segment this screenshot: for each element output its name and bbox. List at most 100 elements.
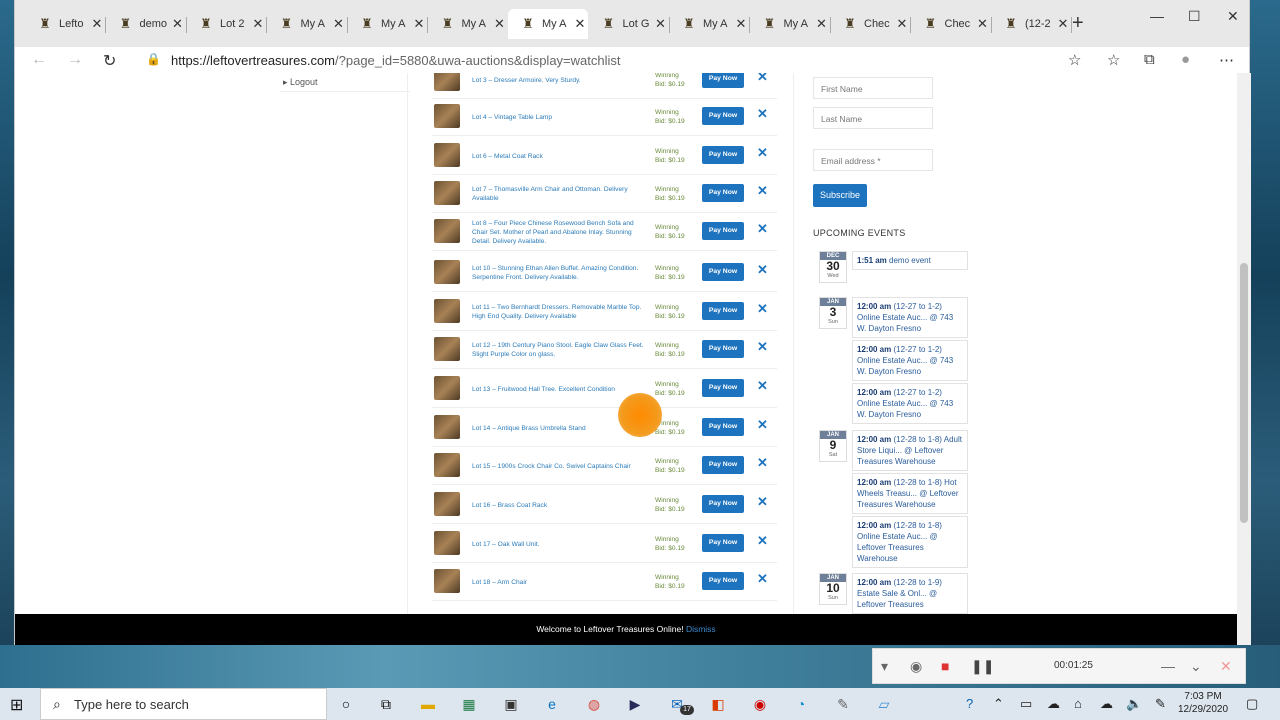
lot-title-link[interactable]: Lot 11 – Two Bernhardt Dressers. Removab… [472, 293, 647, 331]
help-icon[interactable]: ? [966, 696, 973, 711]
pay-now-button[interactable]: Pay Now [702, 456, 744, 474]
refresh-button[interactable]: ↻ [103, 51, 116, 71]
email-input[interactable]: Email address * [813, 149, 933, 171]
tab-close-icon[interactable]: ✕ [894, 16, 910, 32]
favorites-list-icon[interactable]: ☆ [1107, 51, 1120, 69]
browser-tab[interactable]: ♜ Lefto ✕ [25, 9, 106, 39]
browser-tab[interactable]: ♜ Lot 2 ✕ [186, 9, 267, 39]
lot-thumbnail[interactable] [434, 569, 460, 593]
event-entry[interactable]: 12:00 am (12-28 to 1-8) Online Estate Au… [852, 516, 968, 568]
lot-title-link[interactable]: Lot 4 – Vintage Table Lamp [472, 98, 647, 136]
browser-tab[interactable]: ♜ My A ✕ [750, 9, 831, 39]
lot-title-link[interactable]: Lot 3 – Dresser Armoire. Very Sturdy. [472, 73, 647, 99]
pay-now-button[interactable]: Pay Now [702, 222, 744, 240]
recorder-minimize-icon[interactable]: — [1161, 658, 1175, 674]
browser-tab[interactable]: ♜ Lot G ✕ [589, 9, 670, 39]
pay-now-button[interactable]: Pay Now [702, 73, 744, 88]
close-icon[interactable]: ✕ [757, 494, 768, 510]
page-scrollbar[interactable] [1237, 73, 1251, 645]
lot-thumbnail[interactable] [434, 260, 460, 284]
recorder-close-icon[interactable]: ✕ [1220, 658, 1232, 675]
tray-chevron-icon[interactable]: ⌃ [993, 696, 1004, 712]
close-icon[interactable]: ✕ [757, 301, 768, 317]
tab-close-icon[interactable]: ✕ [250, 16, 266, 32]
sidebar-logout-link[interactable]: ▸ Logout [283, 77, 318, 88]
more-menu-icon[interactable]: ⋯ [1219, 51, 1234, 69]
volume-icon[interactable]: 🔈 [1126, 696, 1142, 712]
recorder-dropdown-icon[interactable]: ▾ [881, 658, 888, 675]
lot-title-link[interactable]: Lot 8 – Four Piece Chinese Rosewood Benc… [472, 213, 647, 251]
lot-title-link[interactable]: Lot 10 – Stunning Ethan Allen Buffet. Am… [472, 254, 647, 292]
browser-tab[interactable]: ♜ demo ✕ [106, 9, 187, 39]
calculator-icon[interactable]: ▦ [460, 695, 478, 713]
pay-now-button[interactable]: Pay Now [702, 146, 744, 164]
lot-thumbnail[interactable] [434, 143, 460, 167]
lot-thumbnail[interactable] [434, 181, 460, 205]
lot-title-link[interactable]: Lot 12 – 19th Century Piano Stool. Eagle… [472, 331, 647, 369]
pay-now-button[interactable]: Pay Now [702, 418, 744, 436]
app-icon[interactable]: ▶ [626, 695, 644, 713]
close-window-button[interactable]: ✕ [1227, 8, 1239, 25]
pay-now-button[interactable]: Pay Now [702, 495, 744, 513]
browser-tab[interactable]: ♜ My A ✕ [347, 9, 428, 39]
browser-tab[interactable]: ♜ Chec ✕ [830, 9, 911, 39]
collections-icon[interactable]: ⧉ [1144, 51, 1155, 68]
new-tab-button[interactable]: + [1072, 12, 1084, 35]
cortana-icon[interactable]: ○ [337, 695, 355, 713]
lot-thumbnail[interactable] [434, 299, 460, 323]
tab-close-icon[interactable]: ✕ [1055, 16, 1071, 32]
tab-close-icon[interactable]: ✕ [572, 16, 588, 32]
close-icon[interactable]: ✕ [757, 339, 768, 355]
forward-button[interactable]: → [67, 51, 83, 69]
tab-close-icon[interactable]: ✕ [733, 16, 749, 32]
camera-icon[interactable]: ◉ [910, 658, 922, 675]
browser-tab[interactable]: ♜ Chec ✕ [911, 9, 992, 39]
tab-close-icon[interactable]: ✕ [975, 16, 991, 32]
back-button[interactable]: ← [31, 51, 47, 69]
tab-close-icon[interactable]: ✕ [331, 16, 347, 32]
browser-tab[interactable]: ♜ My A ✕ [669, 9, 750, 39]
event-entry[interactable]: 12:00 am (12-28 to 1-8) Adult Store Liqu… [852, 430, 968, 471]
close-icon[interactable]: ✕ [757, 73, 768, 85]
close-icon[interactable]: ✕ [757, 378, 768, 394]
close-icon[interactable]: ✕ [757, 455, 768, 471]
pinned-app-icon[interactable]: ▱ [875, 695, 893, 713]
edge-icon[interactable]: ◔ [792, 695, 810, 713]
profile-avatar-icon[interactable]: ● [1181, 51, 1190, 68]
lot-thumbnail[interactable] [434, 531, 460, 555]
last-name-input[interactable]: Last Name [813, 107, 933, 129]
pay-now-button[interactable]: Pay Now [702, 534, 744, 552]
pay-now-button[interactable]: Pay Now [702, 263, 744, 281]
lot-thumbnail[interactable] [434, 73, 460, 91]
close-icon[interactable]: ✕ [757, 533, 768, 549]
event-entry[interactable]: 12:00 am (12-27 to 1-2) Online Estate Au… [852, 340, 968, 381]
tab-close-icon[interactable]: ✕ [492, 16, 508, 32]
store-icon[interactable]: ▣ [502, 695, 520, 713]
lot-thumbnail[interactable] [434, 337, 460, 361]
event-entry[interactable]: 12:00 am (12-27 to 1-2) Online Estate Au… [852, 383, 968, 424]
close-icon[interactable]: ✕ [757, 106, 768, 122]
pen-app-icon[interactable]: ✎ [834, 695, 852, 713]
stop-icon[interactable]: ■ [941, 658, 949, 674]
tab-close-icon[interactable]: ✕ [814, 16, 830, 32]
event-entry[interactable]: 1:51 am demo event [852, 251, 968, 270]
browser-tab[interactable]: ♜ My A ✕ [508, 9, 588, 39]
lock-icon[interactable]: 🔒 [146, 52, 161, 66]
tab-close-icon[interactable]: ✕ [170, 16, 186, 32]
favorite-star-icon[interactable]: ☆ [1068, 51, 1081, 69]
notifications-icon[interactable]: ▢ [1246, 696, 1258, 712]
browser-tab[interactable]: ♜ My A ✕ [428, 9, 509, 39]
event-entry[interactable]: 12:00 am (12-28 to 1-8) Hot Wheels Treas… [852, 473, 968, 514]
browser-tab[interactable]: ♜ (12-2 ✕ [991, 9, 1072, 39]
pay-now-button[interactable]: Pay Now [702, 572, 744, 590]
lot-thumbnail[interactable] [434, 219, 460, 243]
lot-thumbnail[interactable] [434, 376, 460, 400]
close-icon[interactable]: ✕ [757, 221, 768, 237]
task-view-icon[interactable]: ⧉ [377, 695, 395, 713]
lot-thumbnail[interactable] [434, 453, 460, 477]
tray-onedrive-icon[interactable]: ☁ [1047, 696, 1060, 712]
lot-title-link[interactable]: Lot 7 – Thomasville Arm Chair and Ottoma… [472, 175, 647, 213]
tab-close-icon[interactable]: ✕ [653, 16, 669, 32]
lot-title-link[interactable]: Lot 6 – Metal Coat Rack [472, 137, 647, 175]
lot-thumbnail[interactable] [434, 104, 460, 128]
